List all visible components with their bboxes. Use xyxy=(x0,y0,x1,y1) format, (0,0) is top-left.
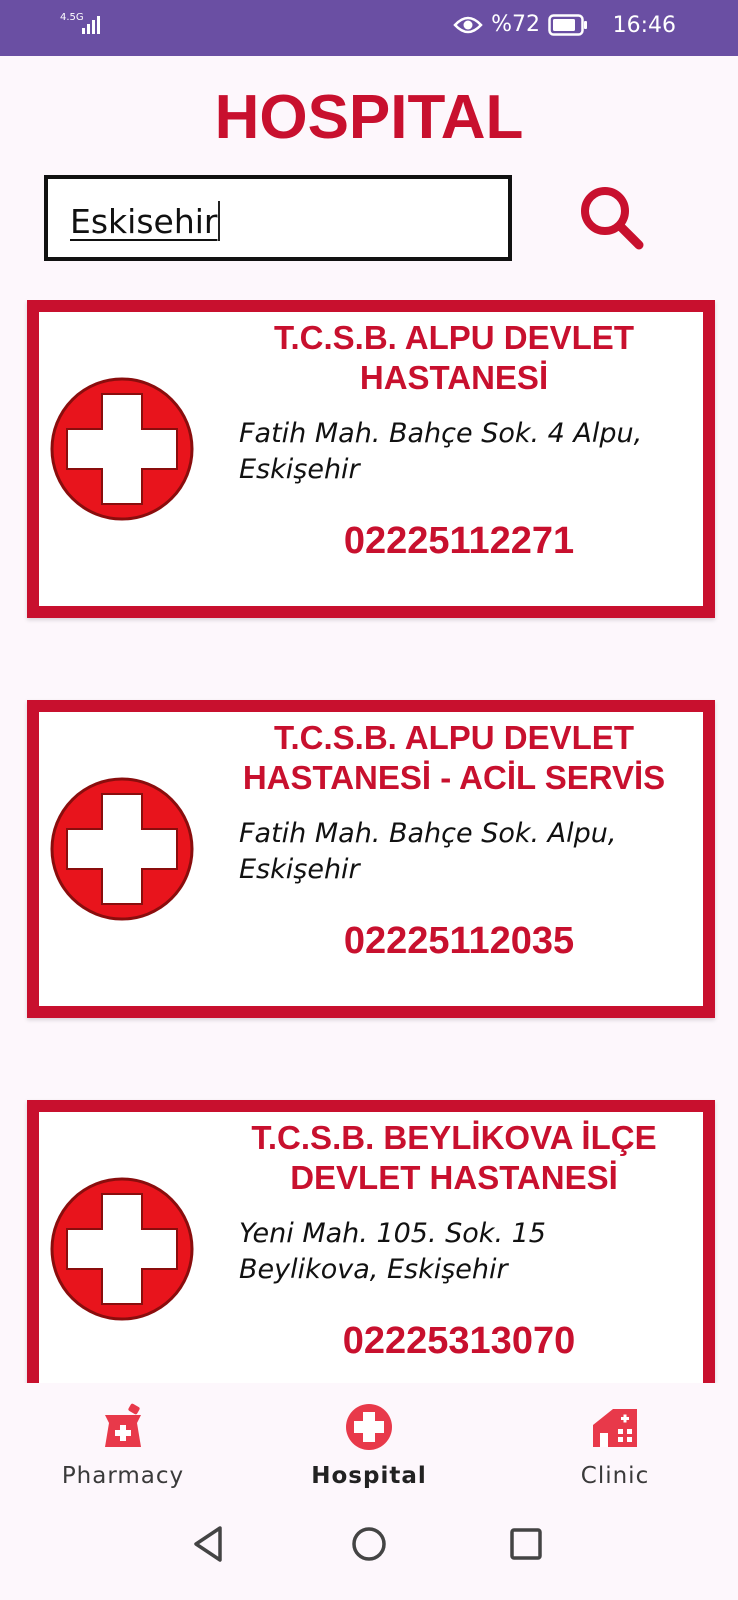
hospital-address: Fatih Mah. Bahçe Sok. 4 Alpu, Eskişehir xyxy=(239,418,643,485)
battery-icon xyxy=(548,13,587,36)
hospital-name: T.C.S.B. ALPU DEVLET HASTANESİ xyxy=(274,319,634,396)
nav-label-hospital: Hospital xyxy=(311,1463,427,1489)
clinic-icon xyxy=(593,1409,637,1447)
hospital-list[interactable]: T.C.S.B. ALPU DEVLET HASTANESİ Fatih Mah… xyxy=(0,300,738,1383)
status-bar: 4.5G %72 16:46 xyxy=(0,0,738,56)
search-input[interactable]: Eskisehir xyxy=(44,175,512,261)
nav-label-clinic: Clinic xyxy=(580,1463,650,1489)
hospital-cross-icon xyxy=(50,377,194,521)
system-navigation-bar xyxy=(0,1488,738,1600)
hospital-cross-icon xyxy=(50,777,194,921)
network-type: 4.5G xyxy=(60,12,84,23)
hospital-address: Yeni Mah. 105. Sok. 15 Beylikova, Eskişe… xyxy=(239,1218,546,1285)
hospital-cross-icon xyxy=(346,1404,392,1450)
nav-item-hospital[interactable]: Hospital xyxy=(246,1383,492,1489)
pharmacy-icon xyxy=(105,1403,141,1447)
hospital-name: T.C.S.B. ALPU DEVLET HASTANESİ - ACİL SE… xyxy=(242,719,666,796)
hospital-phone[interactable]: 02225313070 xyxy=(259,1320,659,1363)
hospital-card[interactable]: T.C.S.B. BEYLİKOVA İLÇE DEVLET HASTANESİ… xyxy=(27,1100,715,1383)
home-icon[interactable] xyxy=(341,1516,397,1572)
hospital-name: T.C.S.B. BEYLİKOVA İLÇE DEVLET HASTANESİ xyxy=(251,1119,657,1196)
clock: 16:46 xyxy=(612,13,676,38)
hospital-card[interactable]: T.C.S.B. ALPU DEVLET HASTANESİ Fatih Mah… xyxy=(27,300,715,618)
search-icon[interactable] xyxy=(576,182,652,258)
page-title: HOSPITAL xyxy=(214,83,524,152)
battery-percent: %72 xyxy=(491,12,540,37)
status-right-group: %72 xyxy=(453,12,588,37)
bottom-navigation: Pharmacy Hospital Clinic xyxy=(0,1383,738,1489)
nav-label-pharmacy: Pharmacy xyxy=(61,1463,185,1489)
nav-item-pharmacy[interactable]: Pharmacy xyxy=(0,1383,246,1489)
signal-icon xyxy=(82,16,100,34)
hospital-phone[interactable]: 02225112035 xyxy=(259,920,659,963)
search-value: Eskisehir xyxy=(70,202,218,241)
hospital-cross-icon xyxy=(50,1177,194,1321)
text-caret xyxy=(218,201,221,241)
back-icon[interactable] xyxy=(182,1516,238,1572)
hospital-phone[interactable]: 02225112271 xyxy=(259,520,659,563)
hospital-address: Fatih Mah. Bahçe Sok. Alpu, Eskişehir xyxy=(239,818,617,885)
recents-icon[interactable] xyxy=(498,1516,554,1572)
eye-icon xyxy=(453,16,483,33)
nav-item-clinic[interactable]: Clinic xyxy=(492,1383,738,1489)
hospital-card[interactable]: T.C.S.B. ALPU DEVLET HASTANESİ - ACİL SE… xyxy=(27,700,715,1018)
